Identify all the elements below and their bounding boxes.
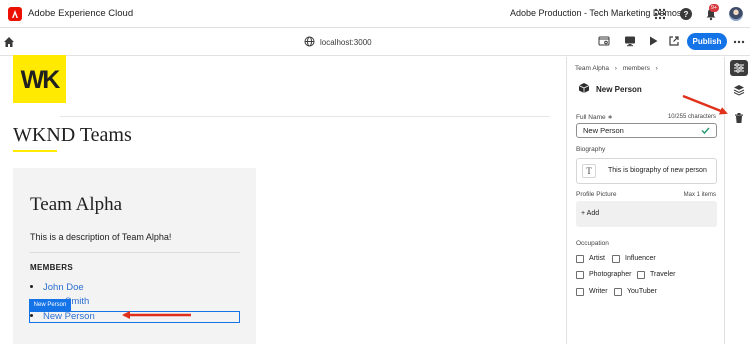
checkbox-youtuber[interactable]	[614, 288, 622, 296]
page-settings-icon[interactable]	[598, 35, 610, 47]
checkbox-writer[interactable]	[576, 288, 584, 296]
max-items-note: Max 1 items	[683, 192, 716, 198]
avatar[interactable]	[729, 7, 743, 21]
check-icon	[701, 126, 710, 135]
checkbox-label[interactable]: YouTuber	[627, 288, 657, 295]
checkbox-label[interactable]: Photographer	[589, 271, 631, 278]
editor-toolbar: localhost:3000 Publish	[0, 28, 750, 56]
breadcrumb: Team Alpha › members ›	[575, 65, 658, 72]
logo-text: WK	[20, 66, 61, 94]
divider	[30, 252, 240, 253]
checkbox-photographer[interactable]	[576, 271, 584, 279]
shell-bar: Adobe Experience Cloud Adobe Production …	[0, 0, 750, 28]
right-rail	[724, 57, 750, 344]
more-icon[interactable]	[733, 36, 745, 48]
trash-icon[interactable]	[733, 112, 745, 124]
biography-text[interactable]: This is biography of new person	[608, 167, 707, 174]
team-name[interactable]: Team Alpha	[30, 194, 122, 216]
breadcrumb-item[interactable]: members	[623, 65, 650, 72]
add-button[interactable]: + Add	[581, 210, 599, 217]
globe-icon	[304, 36, 315, 47]
svg-text:?: ?	[684, 10, 689, 19]
checkbox-influencer[interactable]	[612, 255, 620, 263]
full-name-label: Full Name ∗	[576, 114, 613, 121]
apps-grid-icon[interactable]	[653, 7, 667, 21]
full-name-field[interactable]: New Person	[576, 123, 717, 138]
open-external-icon[interactable]	[668, 35, 680, 47]
adobe-logo-icon[interactable]	[8, 7, 22, 21]
member-name[interactable]: John Doe	[43, 282, 84, 293]
checkbox-label[interactable]: Artist	[589, 255, 605, 262]
divider	[60, 116, 550, 117]
cube-icon	[578, 82, 590, 94]
layers-icon[interactable]	[733, 84, 745, 96]
desktop-icon[interactable]	[624, 35, 636, 47]
biography-label: Biography	[576, 146, 606, 153]
wknd-logo[interactable]: WK	[13, 55, 66, 103]
help-icon[interactable]: ?	[679, 7, 693, 21]
component-name: New Person	[596, 85, 642, 94]
text-type-icon: T	[582, 164, 596, 178]
play-icon[interactable]	[647, 35, 659, 47]
profile-picture-label: Profile Picture	[576, 191, 617, 198]
checkbox-traveler[interactable]	[637, 271, 645, 279]
member-link[interactable]: John Doe	[30, 282, 84, 293]
page-title[interactable]: WKND Teams	[13, 124, 132, 147]
checkbox-label[interactable]: Traveler	[650, 271, 675, 278]
breadcrumb-item[interactable]: Team Alpha	[575, 65, 609, 72]
home-icon[interactable]	[3, 36, 15, 48]
char-counter: 10/255 characters	[667, 114, 716, 120]
title-underline	[13, 150, 57, 152]
url-display[interactable]: localhost:3000	[320, 38, 372, 47]
selection-outline[interactable]	[29, 311, 240, 323]
members-heading: MEMBERS	[30, 263, 73, 272]
checkbox-label[interactable]: Influencer	[625, 255, 656, 262]
properties-icon[interactable]	[730, 60, 748, 76]
notification-badge: 9+	[709, 4, 719, 12]
chevron-right-icon: ›	[655, 65, 658, 72]
selection-tag[interactable]: New Person	[29, 299, 71, 311]
chevron-right-icon: ›	[614, 65, 617, 72]
team-description[interactable]: This is a description of Team Alpha!	[30, 232, 171, 242]
checkbox-artist[interactable]	[576, 255, 584, 263]
app-title[interactable]: Adobe Experience Cloud	[28, 8, 133, 19]
bullet	[30, 284, 33, 288]
occupation-label: Occupation	[576, 240, 609, 247]
checkbox-label[interactable]: Writer	[589, 288, 608, 295]
publish-button[interactable]: Publish	[687, 33, 727, 50]
